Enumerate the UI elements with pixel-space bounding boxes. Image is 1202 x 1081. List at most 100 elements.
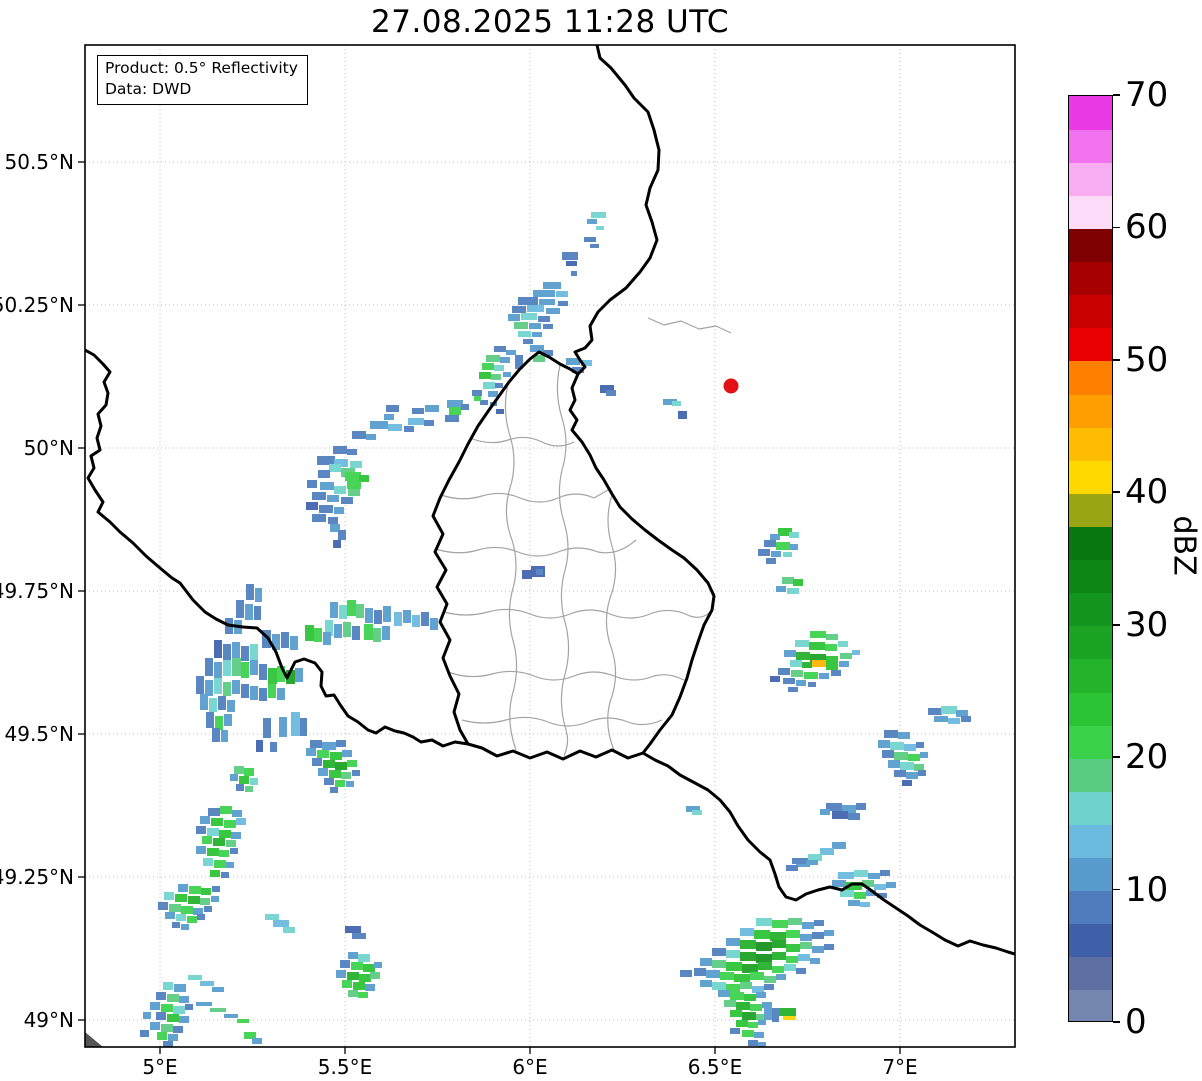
echo-cell	[214, 860, 226, 868]
echo-cell	[212, 728, 220, 742]
echo-cell	[327, 495, 339, 502]
echo-cell	[352, 770, 360, 776]
echo-cell	[832, 880, 846, 887]
echo-cell	[317, 456, 335, 465]
echo-cell	[164, 892, 174, 900]
colorbar-segment	[1069, 923, 1112, 958]
echo-cell	[800, 942, 812, 949]
echo-cell	[854, 870, 868, 877]
echo-cell	[790, 660, 802, 667]
echo-cell	[730, 992, 744, 1000]
echo-cell	[874, 884, 886, 890]
echo-cell	[826, 656, 838, 663]
echo-cell	[832, 811, 848, 819]
echo-cell	[336, 970, 346, 978]
echo-cell	[370, 972, 380, 979]
echo-cell	[782, 577, 794, 584]
echo-cell	[254, 606, 261, 620]
echo-cell	[333, 540, 341, 548]
echo-cell	[236, 600, 244, 618]
colorbar-segment	[1069, 725, 1112, 759]
echo-cell	[494, 346, 506, 352]
echo-cell	[758, 549, 770, 556]
echo-cell	[479, 372, 491, 379]
echo-cell	[339, 605, 347, 619]
echo-cell	[798, 954, 810, 961]
echo-cell	[306, 502, 318, 510]
echo-cell	[961, 716, 971, 722]
echo-cell	[189, 886, 201, 894]
radar-echoes	[140, 212, 971, 1047]
echo-cell	[424, 420, 434, 426]
echo-cell	[712, 948, 726, 956]
echo-cell	[363, 964, 375, 972]
echo-cell	[328, 517, 338, 524]
echo-cell	[764, 1004, 772, 1020]
echo-cell	[359, 974, 371, 982]
colorbar-segment	[1069, 493, 1112, 527]
echo-cell	[902, 780, 912, 786]
echo-cell	[221, 730, 228, 742]
echo-cell	[265, 914, 279, 920]
echo-cell	[211, 818, 223, 826]
echo-cell	[543, 324, 553, 329]
echo-cell	[383, 606, 391, 622]
colorbar-tick-mark	[1113, 888, 1120, 891]
echo-cell	[226, 862, 234, 868]
echo-cell	[920, 752, 928, 758]
echo-cell	[740, 982, 752, 989]
echo-cell	[754, 930, 770, 939]
gridlines	[85, 45, 1015, 1047]
echo-cell	[208, 808, 220, 816]
echo-cell	[508, 314, 520, 321]
echo-cell	[832, 842, 846, 849]
echo-cell	[347, 760, 357, 767]
echo-cell	[856, 803, 866, 810]
echo-cell	[158, 902, 168, 910]
echo-cell	[590, 244, 599, 248]
echo-cell	[178, 884, 188, 892]
echo-cell	[281, 632, 289, 648]
country-border-line	[431, 350, 716, 761]
echo-cell	[330, 752, 342, 760]
echo-cell	[806, 860, 818, 865]
data-source-line: Data: DWD	[105, 80, 192, 98]
echo-cell	[196, 676, 204, 694]
echo-cell	[764, 984, 774, 990]
colorbar-segment	[1069, 427, 1112, 461]
colorbar	[1068, 95, 1113, 1022]
echo-cell	[291, 712, 300, 736]
echo-cell	[210, 870, 220, 877]
colorbar-tick-label: 10	[1125, 869, 1169, 910]
echo-cell	[529, 323, 541, 329]
echo-cell	[394, 612, 402, 626]
echo-cell	[500, 357, 510, 363]
echo-cell	[211, 896, 219, 902]
echo-cell	[230, 848, 238, 854]
echo-cell	[290, 636, 298, 650]
map-corner-border-fragment	[85, 1032, 103, 1047]
echo-cell	[250, 644, 258, 660]
echo-cell	[335, 780, 345, 787]
state-border-line	[647, 317, 732, 334]
echo-cell	[860, 902, 870, 907]
echo-cell	[250, 660, 258, 675]
echo-cell	[530, 345, 544, 352]
echo-cell	[245, 604, 253, 620]
echo-cell	[826, 634, 838, 640]
echo-cell	[840, 653, 852, 659]
product-info-box: Product: 0.5° Reflectivity Data: DWD	[97, 55, 308, 105]
echo-cell	[764, 540, 776, 547]
echo-cell	[205, 680, 213, 696]
echo-cell	[202, 836, 212, 844]
echo-cell	[245, 786, 253, 792]
echo-cell	[187, 916, 197, 923]
echo-cell	[150, 1022, 160, 1030]
echo-cell	[181, 906, 193, 914]
echo-cell	[386, 405, 399, 412]
echo-cell	[720, 972, 734, 980]
echo-cell	[256, 740, 263, 752]
x-tick-label: 7°E	[882, 1055, 917, 1079]
echo-cell	[200, 898, 210, 905]
colorbar-segment	[1069, 162, 1112, 196]
